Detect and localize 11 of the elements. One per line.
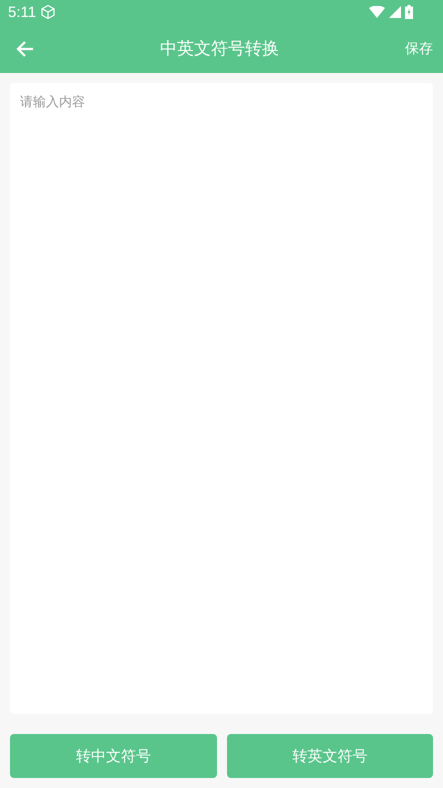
back-arrow-icon[interactable]	[16, 40, 34, 56]
wifi-icon	[369, 6, 385, 18]
text-input-field[interactable]: 请输入内容	[10, 83, 433, 714]
battery-icon	[405, 5, 413, 19]
convert-button[interactable]: 转中文符号	[10, 734, 216, 778]
status-time: 5:11	[8, 4, 36, 20]
signal-icon	[389, 6, 401, 18]
cube-icon	[40, 4, 56, 20]
convert-button[interactable]: 转英文符号	[226, 734, 433, 778]
page-title: 中英文符号转换	[159, 38, 280, 60]
save-button[interactable]: 保存	[405, 40, 433, 58]
